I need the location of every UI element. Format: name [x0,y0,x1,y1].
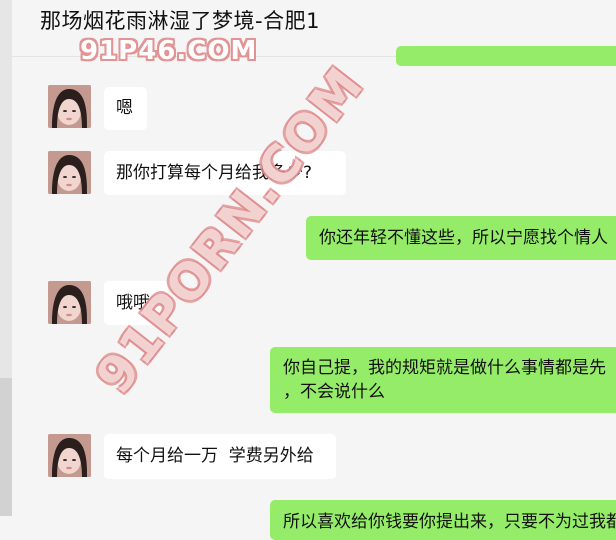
message-line: ，不会说什么 [283,382,385,402]
message-bubble-out: 你还年轻不懂这些，所以宁愿找个情人 [306,216,616,260]
window-left-edge [0,0,12,516]
message-bubble-in: 每个月给一万 学费另外给 [104,434,336,479]
message-bubble-out-partial [396,46,616,66]
contact-avatar[interactable] [48,85,91,128]
watermark-top: 91P46.COM [80,36,258,66]
message-bubble-in: 哦哦 [104,281,168,325]
contact-avatar[interactable] [48,281,91,324]
chat-title: 那场烟花雨淋湿了梦境-合肥1 [40,9,320,33]
contact-avatar[interactable] [48,434,91,477]
message-bubble-in: 嗯 [104,87,147,130]
message-bubble-in: 那你打算每个月给我多少? [104,151,346,195]
message-line: 你自己提，我的规矩就是做什么事情都是先 [283,358,606,378]
message-bubble-out: 你自己提，我的规矩就是做什么事情都是先 ，不会说什么 [270,347,616,413]
message-bubble-out: 所以喜欢给你钱要你提出来，只要不为过我都给你，就像你每个月的生活费 [270,500,616,540]
contact-avatar[interactable] [48,151,91,194]
